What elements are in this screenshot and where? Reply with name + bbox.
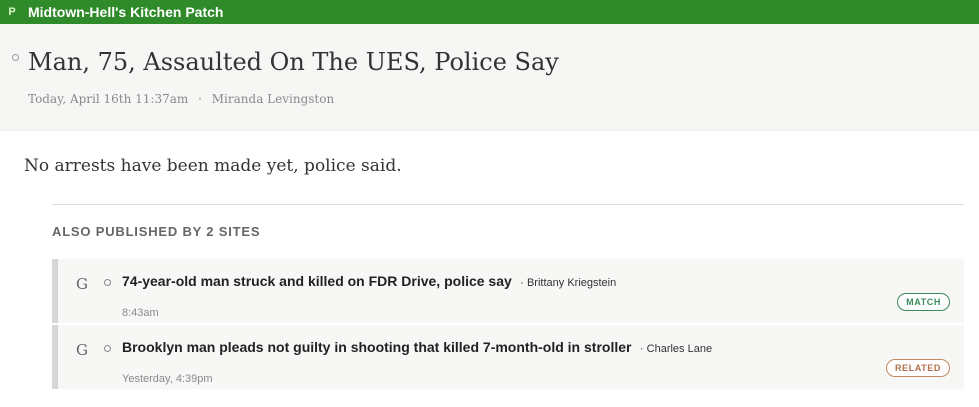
bullet-icon (104, 279, 111, 286)
also-published-heading: ALSO PUBLISHED BY 2 SITES (52, 224, 261, 239)
story-time: 8:43am (122, 307, 159, 319)
source-g-icon: G (76, 341, 88, 359)
article-header: Man, 75, Assaulted On The UES, Police Sa… (0, 24, 979, 131)
related-badge: RELATED (885, 359, 950, 377)
source-g-icon: G (76, 275, 88, 293)
bullet-icon (104, 345, 111, 352)
bullet-icon (12, 54, 19, 61)
article-title[interactable]: Man, 75, Assaulted On The UES, Police Sa… (28, 48, 559, 76)
site-header-bar[interactable]: P Midtown-Hell's Kitchen Patch (0, 0, 979, 24)
story-title-row: Brooklyn man pleads not guilty in shooti… (122, 339, 712, 357)
article-timestamp: Today, April 16th 11:37am (28, 92, 189, 106)
divider (52, 204, 964, 205)
story-author: · Brittany Kriegstein (520, 277, 617, 289)
site-title[interactable]: Midtown-Hell's Kitchen Patch (28, 4, 223, 20)
story-author: · Charles Lane (639, 343, 713, 355)
article-author[interactable]: Miranda Levingston (212, 92, 334, 106)
article-meta: Today, April 16th 11:37am · Miranda Levi… (28, 92, 334, 106)
related-story-card[interactable]: G 74-year-old man struck and killed on F… (52, 259, 964, 323)
story-title-row: 74-year-old man struck and killed on FDR… (122, 273, 616, 291)
article-summary: No arrests have been made yet, police sa… (24, 156, 402, 176)
story-headline[interactable]: Brooklyn man pleads not guilty in shooti… (122, 339, 631, 355)
story-time: Yesterday, 4:39pm (122, 373, 213, 385)
patch-logo-icon: P (8, 6, 16, 18)
related-story-card[interactable]: G Brooklyn man pleads not guilty in shoo… (52, 325, 964, 389)
story-headline[interactable]: 74-year-old man struck and killed on FDR… (122, 273, 512, 289)
meta-separator: · (198, 92, 202, 106)
match-badge: MATCH (897, 293, 950, 311)
